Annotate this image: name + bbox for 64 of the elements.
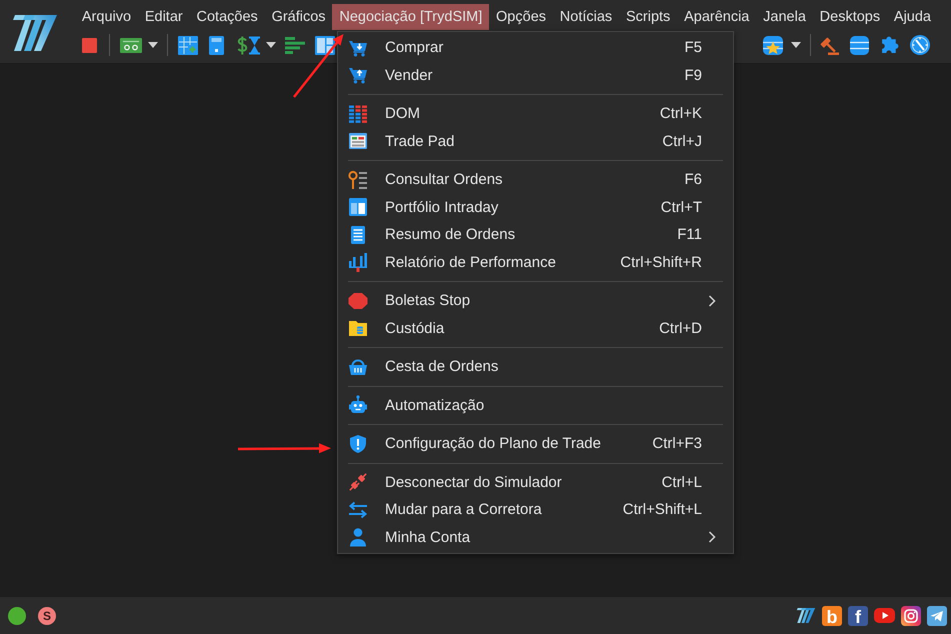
menu-item[interactable]: Automatização [338, 392, 733, 419]
menu-item[interactable]: Boletas Stop [338, 287, 733, 314]
dollar-hourglass-icon[interactable] [237, 36, 261, 54]
menubar-item[interactable]: Aparência [677, 4, 756, 30]
shield-alert-icon [348, 434, 368, 454]
menubar-item[interactable]: Arquivo [75, 4, 138, 30]
database-icon[interactable] [850, 36, 869, 54]
menubar-item[interactable]: Editar [138, 4, 190, 30]
tape-icon[interactable] [120, 38, 142, 52]
plug-icon [348, 472, 368, 492]
menubar-item[interactable]: Negociação [TrydSIM] [332, 4, 490, 30]
menubar-item[interactable]: Ajuda [887, 4, 938, 30]
bar-chart-icon [348, 252, 368, 272]
app-logo-icon[interactable] [796, 607, 816, 624]
menu-item[interactable]: Vender F9 [338, 62, 733, 89]
menu-item[interactable]: Relatório de Performance Ctrl+Shift+R [338, 248, 733, 276]
menubar-item[interactable]: Janela [756, 4, 813, 30]
search-list-icon [348, 170, 368, 190]
menu-item[interactable]: Portfólio Intraday Ctrl+T [338, 194, 733, 221]
bar-list-icon[interactable] [285, 36, 305, 54]
telegram-icon[interactable] [927, 606, 947, 626]
person-icon [348, 527, 368, 548]
cart-up-icon [348, 65, 368, 86]
basket-icon [348, 356, 368, 377]
grid-bars-icon [348, 104, 368, 124]
window-panes-icon [348, 197, 368, 218]
youtube-icon[interactable] [874, 608, 895, 623]
stop-icon[interactable] [82, 38, 97, 52]
compass-icon[interactable] [910, 35, 930, 55]
grid-plus-icon[interactable] [178, 36, 198, 54]
gavel-icon[interactable] [819, 36, 839, 54]
menubar-item[interactable]: Desktops [812, 4, 888, 30]
menu-item[interactable]: Desconectar do Simulador Ctrl+L [338, 468, 733, 496]
menu-item[interactable]: Custódia Ctrl+D [338, 314, 733, 342]
table-window-icon [348, 131, 368, 152]
menubar-item[interactable]: Cotações [190, 4, 265, 30]
menu-item[interactable]: Minha Conta [338, 524, 733, 551]
menu-item[interactable]: Configuração do Plano de Trade Ctrl+F3 [338, 430, 733, 458]
menu-item[interactable]: Trade Pad Ctrl+J [338, 128, 733, 155]
document-icon [348, 224, 368, 245]
menu-item[interactable]: Cesta de Ordens [338, 353, 733, 380]
menubar-item[interactable]: Opções [489, 4, 553, 30]
menu-item[interactable]: Resumo de Ordens F11 [338, 221, 733, 248]
menu-item[interactable]: Consultar Ordens F6 [338, 166, 733, 194]
menu-item[interactable]: Comprar F5 [338, 34, 733, 62]
menu-item[interactable]: Mudar para a Corretora Ctrl+Shift+L [338, 496, 733, 524]
caret-icon[interactable] [148, 42, 158, 48]
menubar-item[interactable]: Scripts [619, 4, 678, 30]
stop-sign-icon [348, 290, 368, 311]
puzzle-icon[interactable] [880, 35, 900, 55]
folder-icon [348, 318, 368, 338]
menubar-item[interactable]: Notícias [552, 4, 620, 30]
facebook-icon[interactable]: f [848, 606, 868, 626]
robot-icon [348, 395, 368, 416]
layout-icon[interactable] [315, 36, 335, 54]
instagram-icon[interactable] [901, 606, 921, 626]
caret-icon[interactable] [791, 42, 801, 48]
swap-arrows-icon [348, 500, 368, 520]
menubar-item[interactable]: Gráficos [264, 4, 332, 30]
caret-icon[interactable] [266, 42, 276, 48]
pointer-arrow [293, 34, 344, 98]
notebook-icon[interactable] [209, 36, 224, 54]
menu-item[interactable]: DOM Ctrl+K [338, 100, 733, 128]
mode-badge[interactable]: S [38, 606, 56, 624]
